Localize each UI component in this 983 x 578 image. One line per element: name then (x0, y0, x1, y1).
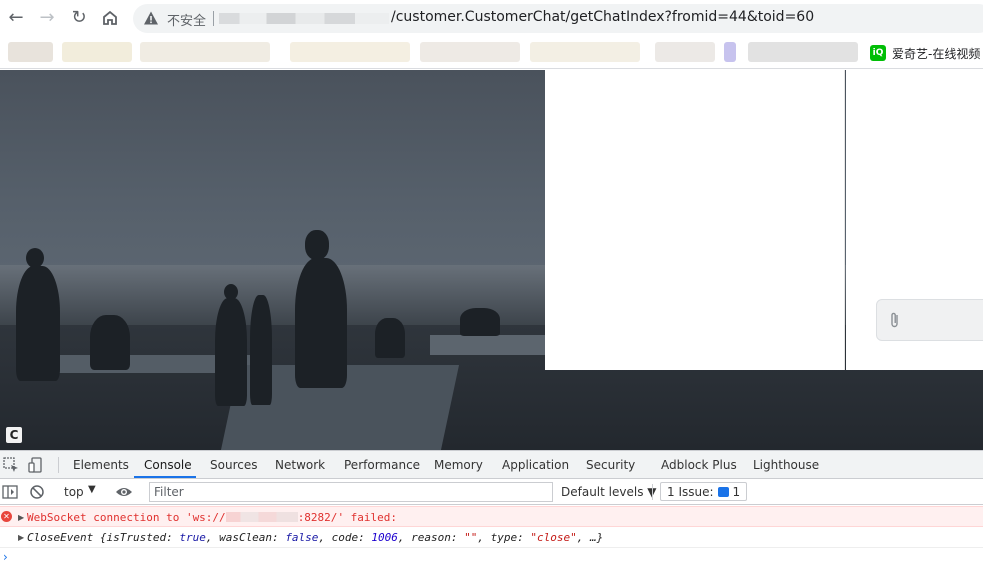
iqiyi-logo-icon: iQ (870, 45, 886, 61)
tab-security[interactable]: Security (586, 458, 635, 472)
tab-console[interactable]: Console (144, 458, 192, 472)
url-text: /customer.CustomerChat/getChatIndex?from… (391, 9, 815, 25)
chevron-down-icon[interactable]: ▼ (88, 484, 96, 495)
bookmark-item[interactable] (62, 42, 132, 62)
page-viewport: C (0, 70, 983, 450)
tab-memory[interactable]: Memory (434, 458, 483, 472)
console-error-row[interactable]: ✕ ▶ WebSocket connection to 'ws://:8282/… (0, 506, 983, 527)
bookmarks-bar: iQ 爱奇艺-在线视频 (0, 36, 983, 69)
skate-ramp (430, 335, 550, 355)
bookmark-iqiyi[interactable]: iQ 爱奇艺-在线视频 (870, 44, 980, 62)
bookmark-item[interactable] (8, 42, 53, 62)
devtools-tabbar: Elements Console Sources Network Perform… (0, 451, 983, 479)
back-arrow-icon[interactable]: ← (5, 7, 27, 29)
silhouette-person (90, 315, 130, 370)
chat-input-box[interactable] (876, 299, 983, 341)
inspect-element-icon[interactable] (3, 457, 19, 473)
tab-elements[interactable]: Elements (73, 458, 129, 472)
silhouette-person (295, 258, 347, 388)
tab-network[interactable]: Network (275, 458, 325, 472)
redacted-host (219, 13, 389, 24)
issues-button[interactable]: 1 Issue: 1 (660, 482, 748, 501)
eye-icon[interactable] (115, 485, 133, 499)
silhouette-person (16, 266, 60, 381)
silhouette-person (460, 308, 500, 336)
chat-side-panel (846, 70, 983, 370)
issue-message-icon (717, 486, 729, 497)
chat-message-panel (545, 70, 845, 370)
error-icon: ✕ (1, 511, 12, 522)
home-icon[interactable] (99, 7, 121, 29)
silhouette-person (375, 318, 405, 358)
bookmark-label: 爱奇艺-在线视频 (892, 46, 981, 61)
devtools-panel: Elements Console Sources Network Perform… (0, 450, 983, 578)
log-levels-dropdown[interactable]: Default levels ▼ (561, 485, 657, 499)
browser-toolbar: ← → ↻ 不安全 /customer.CustomerChat/getChat… (0, 0, 983, 36)
issues-count: 1 (732, 484, 741, 499)
paperclip-icon[interactable] (887, 311, 903, 329)
bookmark-item[interactable] (140, 42, 270, 62)
context-selector[interactable]: top (64, 485, 84, 499)
redacted-host (225, 512, 298, 522)
tab-lighthouse[interactable]: Lighthouse (753, 458, 819, 472)
reload-icon[interactable]: ↻ (68, 7, 90, 29)
bookmark-item[interactable] (290, 42, 410, 62)
device-toolbar-icon[interactable] (28, 457, 44, 473)
console-prompt-icon[interactable]: › (3, 550, 8, 564)
expand-triangle-icon[interactable]: ▶ (18, 533, 24, 542)
console-toolbar: top ▼ Default levels ▼ 1 Issue: 1 (0, 479, 983, 505)
bookmark-item[interactable] (655, 42, 715, 62)
tab-sources[interactable]: Sources (210, 458, 257, 472)
silhouette-person (250, 295, 272, 405)
tab-application[interactable]: Application (502, 458, 569, 472)
console-log-row[interactable]: ▶ CloseEvent {isTrusted: true, wasClean:… (0, 528, 983, 548)
show-sidebar-icon[interactable] (2, 484, 18, 500)
silhouette-head (26, 248, 44, 268)
omnibox-separator (213, 11, 214, 26)
expand-triangle-icon[interactable]: ▶ (18, 513, 24, 522)
not-secure-label: 不安全 (167, 14, 207, 29)
tabbar-divider (58, 457, 59, 473)
log-message: CloseEvent {isTrusted: true, wasClean: f… (27, 531, 604, 544)
bookmark-item[interactable] (748, 42, 858, 62)
silhouette-head (305, 230, 329, 260)
error-message: WebSocket connection to 'ws://:8282/' fa… (27, 511, 398, 524)
toolbar-divider (652, 484, 653, 500)
warning-icon[interactable] (143, 10, 159, 26)
bookmark-item[interactable] (420, 42, 520, 62)
clear-console-icon[interactable] (29, 484, 45, 500)
tab-performance[interactable]: Performance (344, 458, 420, 472)
bookmark-item[interactable] (530, 42, 640, 62)
silhouette-person (215, 298, 247, 406)
bookmark-item[interactable] (724, 42, 736, 62)
page-badge[interactable]: C (6, 427, 22, 443)
active-tab-indicator (134, 476, 196, 478)
tab-adblock-plus[interactable]: Adblock Plus (661, 458, 737, 472)
forward-arrow-icon[interactable]: → (36, 7, 58, 29)
filter-input[interactable] (149, 482, 553, 502)
issues-label: 1 Issue: (667, 484, 714, 499)
address-bar[interactable]: 不安全 /customer.CustomerChat/getChatIndex?… (133, 4, 983, 33)
